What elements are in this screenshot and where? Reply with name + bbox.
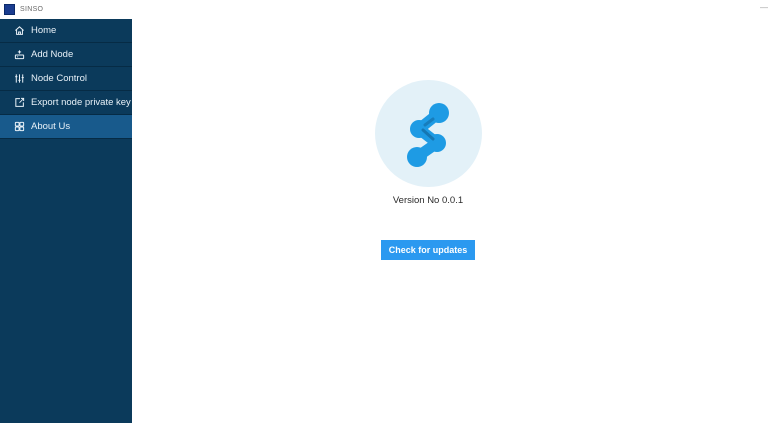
about-panel: Version No 0.0.1 Check for updates <box>132 19 780 423</box>
app-logo-badge <box>375 80 482 187</box>
sidebar: Home Add Node Node Control Export node p… <box>0 19 132 423</box>
sidebar-item-export-key[interactable]: Export node private key <box>0 91 132 115</box>
sidebar-item-label: Export node private key <box>31 97 131 108</box>
minimize-button[interactable]: — <box>760 3 768 12</box>
home-icon <box>13 25 25 37</box>
app-logo-icon <box>4 4 15 15</box>
title-bar: SINSO — <box>0 0 780 19</box>
app-window: SINSO — Home Add Node Node Control Expor… <box>0 0 780 423</box>
sidebar-item-about-us[interactable]: About Us <box>0 115 132 139</box>
add-node-icon <box>13 49 25 61</box>
app-title: SINSO <box>20 6 44 13</box>
about-icon <box>13 121 25 133</box>
version-label: Version No 0.0.1 <box>392 195 464 206</box>
sidebar-item-add-node[interactable]: Add Node <box>0 43 132 67</box>
sidebar-item-node-control[interactable]: Node Control <box>0 67 132 91</box>
sidebar-item-label: Add Node <box>31 49 74 60</box>
sliders-icon <box>13 73 25 85</box>
sidebar-item-label: Home <box>31 25 57 36</box>
sinso-logo-icon <box>406 102 449 167</box>
sidebar-item-label: Node Control <box>31 73 87 84</box>
sidebar-item-home[interactable]: Home <box>0 19 132 43</box>
export-icon <box>13 97 25 109</box>
check-updates-button[interactable]: Check for updates <box>381 240 475 260</box>
sidebar-item-label: About Us <box>31 121 71 132</box>
